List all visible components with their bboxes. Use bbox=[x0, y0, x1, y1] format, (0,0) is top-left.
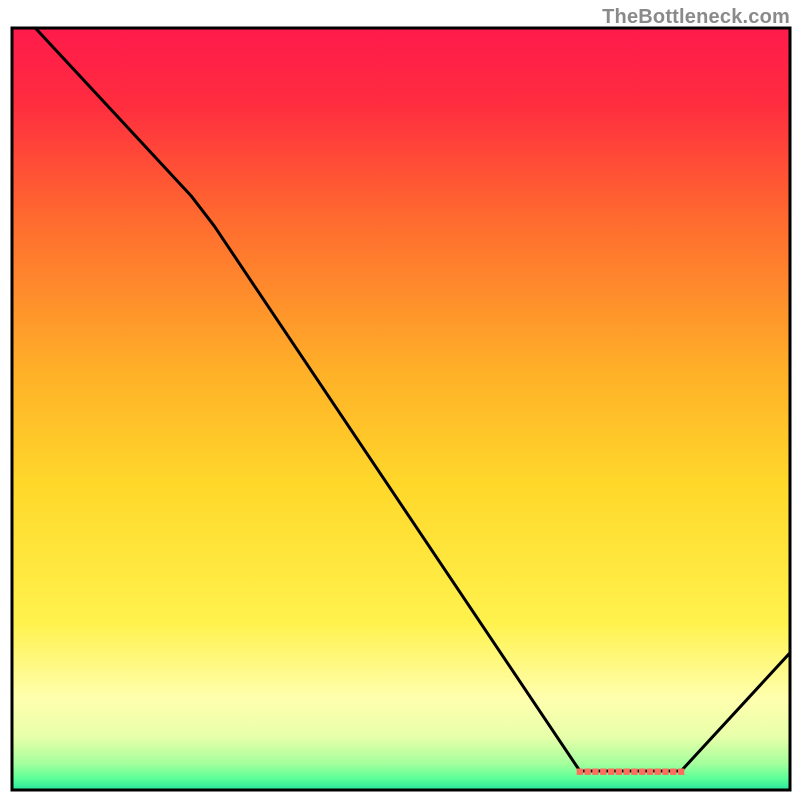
optimal-marker bbox=[662, 769, 668, 775]
chart-background bbox=[12, 28, 790, 790]
optimal-marker bbox=[670, 769, 676, 775]
optimal-marker bbox=[592, 769, 598, 775]
optimal-marker bbox=[623, 769, 629, 775]
optimal-marker bbox=[585, 769, 591, 775]
optimal-marker bbox=[655, 769, 661, 775]
optimal-marker bbox=[647, 769, 653, 775]
optimal-marker bbox=[631, 769, 637, 775]
optimal-marker bbox=[600, 769, 606, 775]
chart-container: TheBottleneck.com bbox=[0, 0, 800, 800]
chart-svg bbox=[0, 0, 800, 800]
plot-area bbox=[12, 28, 790, 790]
optimal-marker bbox=[678, 769, 684, 775]
optimal-marker bbox=[639, 769, 645, 775]
optimal-marker bbox=[616, 769, 622, 775]
optimal-marker bbox=[608, 769, 614, 775]
watermark-text: TheBottleneck.com bbox=[602, 6, 790, 29]
optimal-marker bbox=[577, 769, 583, 775]
